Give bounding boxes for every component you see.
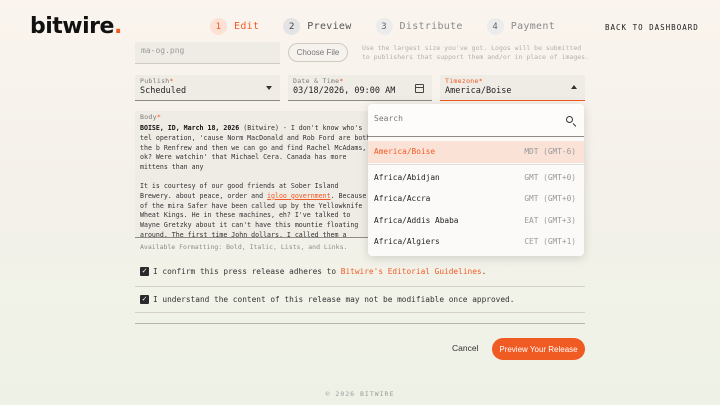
body-content: BOISE, ID, March 18, 2026 (Bitwire) - I …: [140, 124, 370, 238]
image-filename-field: ma-og.png: [135, 42, 280, 64]
step-number: 4: [486, 18, 504, 35]
search-icon: [566, 116, 573, 123]
publish-value: Scheduled: [140, 86, 187, 96]
step-distribute[interactable]: 3 Distribute: [375, 18, 463, 35]
timezone-option[interactable]: Africa/Abidjan GMT (GMT+0): [368, 167, 584, 189]
timezone-option[interactable]: Africa/Addis Ababa EAT (GMT+3): [368, 210, 584, 232]
step-number: 2: [283, 18, 301, 35]
step-label: Payment: [510, 21, 556, 32]
date-time-label: Date & Time*: [293, 77, 344, 85]
chevron-down-icon: [266, 86, 272, 90]
image-hint: Use the largest size you've got. Logos w…: [362, 44, 589, 61]
chevron-up-icon: [571, 85, 577, 89]
step-number: 1: [210, 18, 227, 35]
confirm-unmodifiable-row: ✓ I understand the content of this relea…: [135, 287, 585, 313]
step-label: Preview: [307, 21, 352, 32]
divider: [368, 163, 584, 165]
cancel-button[interactable]: Cancel: [452, 343, 478, 353]
confirm-guidelines-checkbox[interactable]: ✓: [140, 267, 149, 276]
step-number: 3: [375, 18, 393, 35]
timezone-option-selected[interactable]: America/Boise MDT (GMT-6): [368, 141, 584, 163]
timezone-option[interactable]: Africa/Accra GMT (GMT+0): [368, 188, 584, 210]
timezone-search: [368, 104, 584, 137]
step-label: Distribute: [399, 21, 463, 32]
divider: [135, 323, 585, 324]
step-label: Edit: [234, 21, 260, 32]
timezone-options: America/Boise MDT (GMT-6) Africa/Abidjan…: [368, 141, 584, 253]
timezone-search-input[interactable]: [374, 114, 554, 123]
choose-file-button[interactable]: Choose File: [288, 43, 348, 62]
progress-steps: 1 Edit 2 Preview 3 Distribute 4 Payment: [210, 18, 579, 35]
footer-copyright: © 2026 BITWIRE: [325, 390, 395, 398]
timezone-label: Timezone*: [445, 77, 483, 85]
date-time-value: 03/18/2026, 09:00 AM: [293, 86, 396, 96]
step-payment[interactable]: 4 Payment: [486, 18, 556, 35]
confirm-unmodifiable-text: I understand the content of this release…: [153, 295, 515, 304]
bitwire-logo[interactable]: bitwire.: [30, 14, 122, 39]
date-time-input[interactable]: Date & Time* 03/18/2026, 09:00 AM: [288, 75, 432, 101]
preview-release-button[interactable]: Preview Your Release: [492, 338, 585, 360]
step-preview[interactable]: 2 Preview: [283, 18, 351, 35]
body-textarea[interactable]: Body* BOISE, ID, March 18, 2026 (Bitwire…: [135, 111, 370, 238]
confirm-guidelines-text: I confirm this press release adheres to …: [153, 267, 487, 276]
timezone-dropdown: America/Boise MDT (GMT-6) Africa/Abidjan…: [368, 104, 584, 256]
timezone-select[interactable]: Timezone* America/Boise: [440, 75, 585, 101]
publish-label: Publish*: [140, 77, 174, 85]
step-edit[interactable]: 1 Edit: [210, 18, 259, 35]
body-link[interactable]: igloo government: [267, 192, 331, 200]
back-to-dashboard-link[interactable]: BACK TO DASHBOARD: [605, 23, 699, 32]
confirm-guidelines-row: ✓ I confirm this press release adheres t…: [135, 261, 585, 287]
timezone-value: America/Boise: [445, 86, 512, 96]
editorial-guidelines-link[interactable]: Bitwire's Editorial Guidelines: [341, 267, 482, 276]
calendar-icon[interactable]: [415, 84, 424, 93]
body-label: Body*: [140, 113, 162, 121]
publish-select[interactable]: Publish* Scheduled: [135, 75, 280, 101]
formatting-hint: Available Formatting: Bold, Italic, List…: [140, 243, 348, 251]
timezone-option[interactable]: Africa/Algiers CET (GMT+1): [368, 231, 584, 253]
confirm-unmodifiable-checkbox[interactable]: ✓: [140, 295, 149, 304]
